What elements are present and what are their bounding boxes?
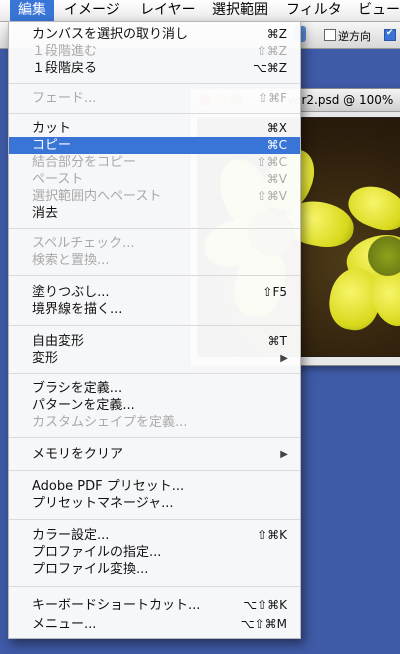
menu-separator — [9, 275, 300, 276]
menu-item-label: メニュー... — [32, 617, 97, 632]
menu-item-label: １段階進む — [32, 44, 98, 59]
menu-item-shortcut: ⇧⌘K — [257, 528, 287, 542]
edit-menu: カンバスを選択の取り消し ⌘Z １段階進む ⇧⌘Z １段階戻る ⌥⌘Z フェード...… — [8, 21, 301, 639]
menu-bar: 編集 イメージ レイヤー 選択範囲 フィルタ ビュー — [0, 0, 400, 22]
menu-item-pdf-presets[interactable]: Adobe PDF プリセット... — [9, 478, 300, 495]
menu-item-label: 選択範囲内へペースト — [32, 189, 162, 204]
menu-item-convert-profile[interactable]: プロファイル変換... — [9, 561, 300, 578]
menu-separator — [9, 325, 300, 326]
menubar-filter[interactable]: フィルタ — [286, 0, 342, 21]
option-checkbox[interactable] — [384, 28, 396, 41]
menu-separator — [9, 519, 300, 520]
menu-item-label: 塗りつぶし... — [32, 285, 110, 300]
reverse-label: 逆方向 — [338, 30, 371, 43]
menu-separator — [9, 437, 300, 438]
menu-item-find-replace[interactable]: 検索と置換... — [9, 252, 300, 269]
menu-item-transform[interactable]: 変形 ▶ — [9, 350, 300, 367]
submenu-arrow-icon: ▶ — [280, 353, 288, 364]
menu-item-label: 自由変形 — [32, 334, 85, 349]
menu-item-shortcut: ⇧⌘V — [256, 189, 287, 203]
menu-item-keyboard-shortcuts[interactable]: キーボードショートカット... ⌥⇧⌘K — [9, 597, 300, 614]
menubar-image[interactable]: イメージ — [64, 0, 120, 21]
submenu-arrow-icon: ▶ — [280, 449, 288, 460]
menu-item-label: キーボードショートカット... — [32, 598, 201, 613]
menu-item-label: ブラシを定義... — [32, 381, 123, 396]
menu-item-label: 検索と置換... — [32, 253, 110, 268]
menubar-layer[interactable]: レイヤー — [140, 0, 196, 21]
menu-item-label: 結合部分をコピー — [32, 155, 137, 170]
menu-item-step-forward[interactable]: １段階進む ⇧⌘Z — [9, 43, 300, 60]
menu-item-free-transform[interactable]: 自由変形 ⌘T — [9, 333, 300, 350]
menu-item-shortcut: ⇧⌘F — [258, 91, 287, 105]
menu-item-fill[interactable]: 塗りつぶし... ⇧F5 — [9, 284, 300, 301]
menu-item-label: プリセットマネージャ... — [32, 496, 174, 511]
menu-item-define-pattern[interactable]: パターンを定義... — [9, 397, 300, 414]
menu-item-shortcut: ⌘C — [266, 138, 287, 152]
menu-item-label: カラー設定... — [32, 528, 110, 543]
menu-item-menus[interactable]: メニュー... ⌥⇧⌘M — [9, 616, 300, 633]
menu-item-label: Adobe PDF プリセット... — [32, 479, 185, 494]
menu-item-shortcut: ⌥⇧⌘K — [243, 598, 287, 612]
menu-item-label: パターンを定義... — [32, 398, 135, 413]
menu-item-shortcut: ⌘T — [267, 334, 287, 348]
menubar-edit[interactable]: 編集 — [10, 0, 54, 21]
reverse-checkbox[interactable] — [324, 29, 336, 41]
menu-item-label: カスタムシェイプを定義... — [32, 415, 188, 430]
menubar-view[interactable]: ビュー — [358, 0, 400, 21]
menu-item-label: カンバスを選択の取り消し — [32, 27, 189, 42]
menu-item-spell-check[interactable]: スペルチェック... — [9, 235, 300, 252]
menu-separator — [9, 586, 300, 587]
menu-item-shortcut: ⌘V — [266, 172, 287, 186]
menu-item-copy[interactable]: コピー ⌘C — [9, 137, 300, 154]
menu-separator — [9, 83, 300, 84]
menu-item-assign-profile[interactable]: プロファイルの指定... — [9, 544, 300, 561]
menu-item-define-custom-shape[interactable]: カスタムシェイプを定義... — [9, 414, 300, 431]
menu-item-step-backward[interactable]: １段階戻る ⌥⌘Z — [9, 60, 300, 77]
menu-item-stroke[interactable]: 境界線を描く... — [9, 301, 300, 318]
menu-item-label: メモリをクリア — [32, 447, 124, 462]
menu-item-label: カット — [32, 121, 72, 136]
menubar-select[interactable]: 選択範囲 — [212, 0, 268, 21]
menu-item-copy-merged[interactable]: 結合部分をコピー ⇧⌘C — [9, 154, 300, 171]
flower-center — [368, 236, 400, 276]
document-title: ver2.psd @ 100% — [287, 93, 394, 107]
menu-separator — [9, 228, 300, 229]
menu-item-fade[interactable]: フェード... ⇧⌘F — [9, 90, 300, 107]
menu-item-define-brush[interactable]: ブラシを定義... — [9, 380, 300, 397]
menu-separator — [9, 113, 300, 114]
menu-item-label: フェード... — [32, 91, 97, 106]
menu-item-label: 境界線を描く... — [32, 302, 123, 317]
menu-item-undo[interactable]: カンバスを選択の取り消し ⌘Z — [9, 26, 300, 43]
menu-item-label: 消去 — [32, 206, 59, 221]
menu-item-label: スペルチェック... — [32, 236, 135, 251]
menu-item-shortcut: ⌥⇧⌘M — [240, 617, 287, 631]
menu-item-cut[interactable]: カット ⌘X — [9, 120, 300, 137]
menu-item-label: プロファイルの指定... — [32, 545, 162, 560]
menu-item-label: 変形 — [32, 351, 59, 366]
menu-item-shortcut: ⌘Z — [266, 27, 287, 41]
menu-item-label: コピー — [32, 138, 72, 153]
menu-item-purge[interactable]: メモリをクリア ▶ — [9, 446, 300, 463]
menu-item-shortcut: ⌥⌘Z — [252, 61, 287, 75]
menu-item-label: プロファイル変換... — [32, 562, 149, 577]
menu-item-shortcut: ⇧F5 — [262, 285, 287, 299]
menu-item-clear[interactable]: 消去 — [9, 205, 300, 222]
menu-item-label: １段階戻る — [32, 61, 98, 76]
menu-item-shortcut: ⌘X — [266, 121, 287, 135]
menu-item-label: ペースト — [32, 172, 84, 187]
menu-item-paste[interactable]: ペースト ⌘V — [9, 171, 300, 188]
menu-item-preset-manager[interactable]: プリセットマネージャ... — [9, 495, 300, 512]
menu-item-color-settings[interactable]: カラー設定... ⇧⌘K — [9, 527, 300, 544]
menu-separator — [9, 373, 300, 374]
menu-item-paste-into[interactable]: 選択範囲内へペースト ⇧⌘V — [9, 188, 300, 205]
menu-item-shortcut: ⇧⌘Z — [256, 44, 287, 58]
menu-item-shortcut: ⇧⌘C — [256, 155, 287, 169]
menu-separator — [9, 470, 300, 471]
